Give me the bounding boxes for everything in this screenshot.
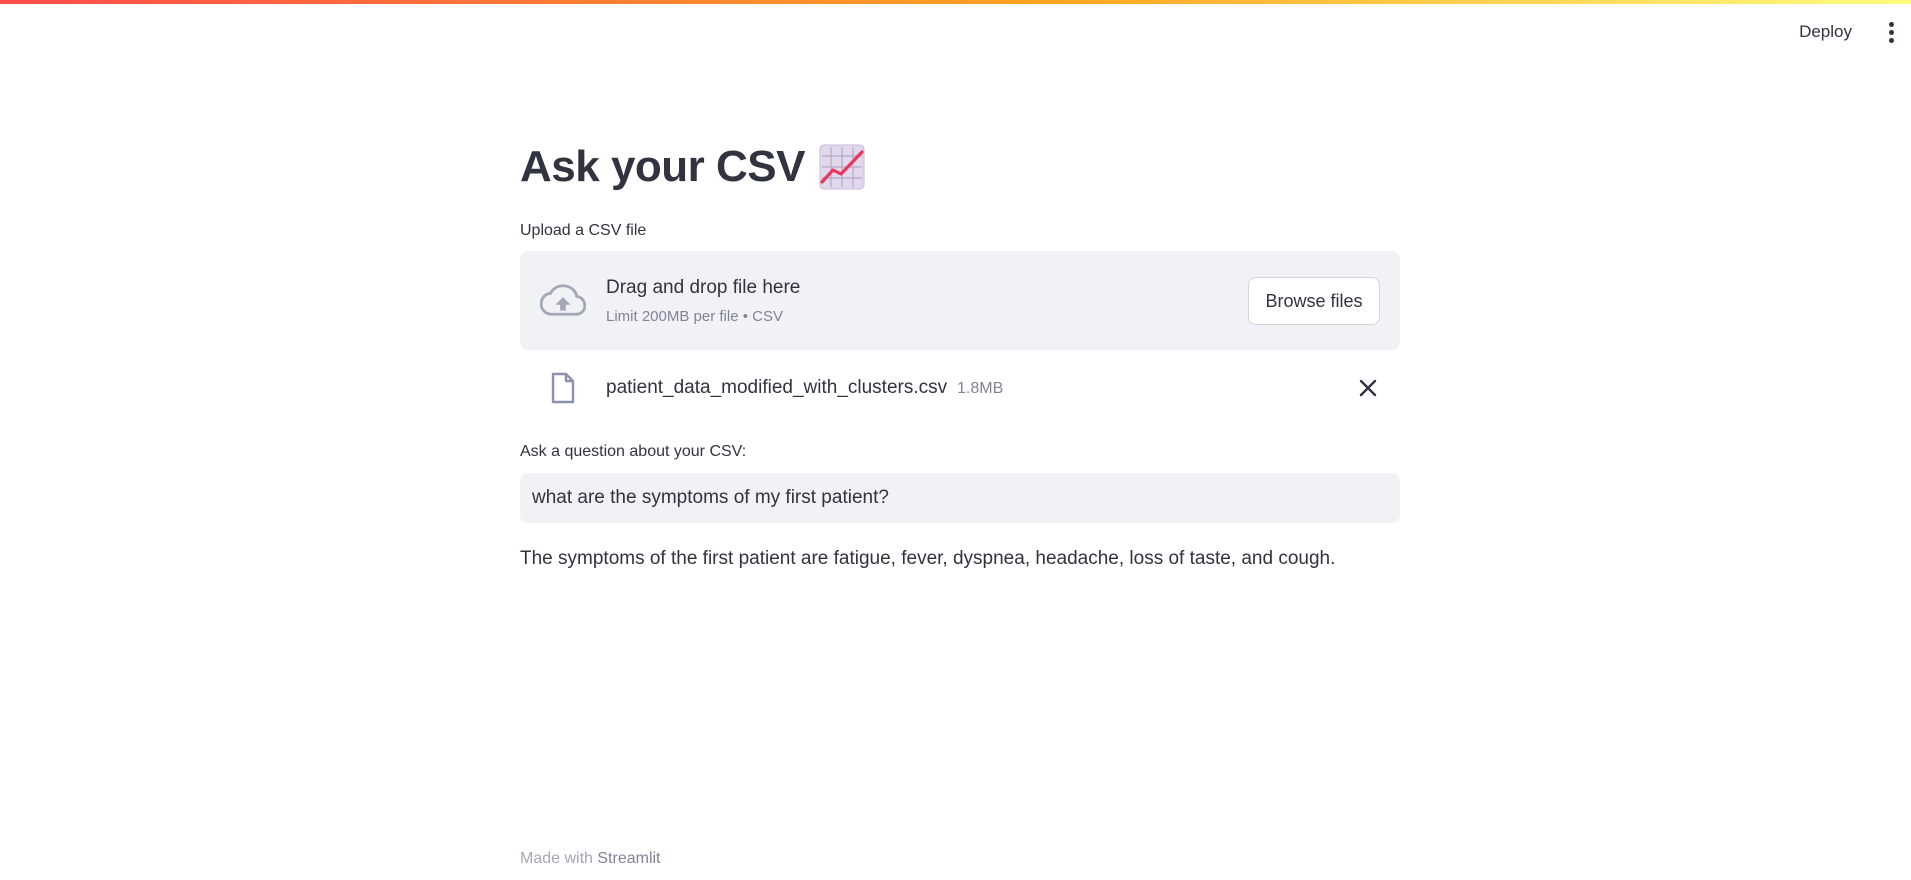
- top-decoration-bar: [0, 0, 1911, 4]
- menu-dot: [1888, 37, 1894, 43]
- menu-dot: [1888, 29, 1894, 35]
- question-label: Ask a question about your CSV:: [520, 443, 747, 460]
- answer-text: The symptoms of the first patient are fa…: [520, 548, 1336, 569]
- header-actions: Deploy: [1787, 14, 1911, 50]
- question-input[interactable]: [520, 473, 1400, 523]
- upload-label: Upload a CSV file: [520, 222, 647, 239]
- browse-files-button[interactable]: Browse files: [1248, 277, 1380, 325]
- menu-dot: [1888, 21, 1894, 27]
- footer: Made with Streamlit: [520, 850, 661, 868]
- page-title: Ask your CSV: [520, 142, 805, 191]
- footer-prefix: Made with: [520, 850, 593, 867]
- uploaded-file-row: patient_data_modified_with_clusters.csv …: [520, 366, 1400, 410]
- uploaded-file-name: patient_data_modified_with_clusters.csv: [606, 377, 948, 398]
- streamlit-link[interactable]: Streamlit: [597, 850, 660, 867]
- close-icon[interactable]: [1356, 376, 1380, 400]
- uploaded-file-size: 1.8MB: [957, 380, 1004, 397]
- vertical-ellipsis-icon[interactable]: [1878, 14, 1904, 50]
- file-dropzone[interactable]: Drag and drop file here Limit 200MB per …: [520, 251, 1400, 350]
- title-row: Ask your CSV: [520, 142, 865, 192]
- dropzone-limits: Limit 200MB per file • CSV: [606, 308, 783, 325]
- deploy-button[interactable]: Deploy: [1787, 16, 1864, 48]
- file-icon: [551, 372, 575, 404]
- cloud-upload-icon: [540, 284, 586, 316]
- chart-increasing-icon: [819, 144, 865, 190]
- dropzone-title: Drag and drop file here: [606, 277, 801, 298]
